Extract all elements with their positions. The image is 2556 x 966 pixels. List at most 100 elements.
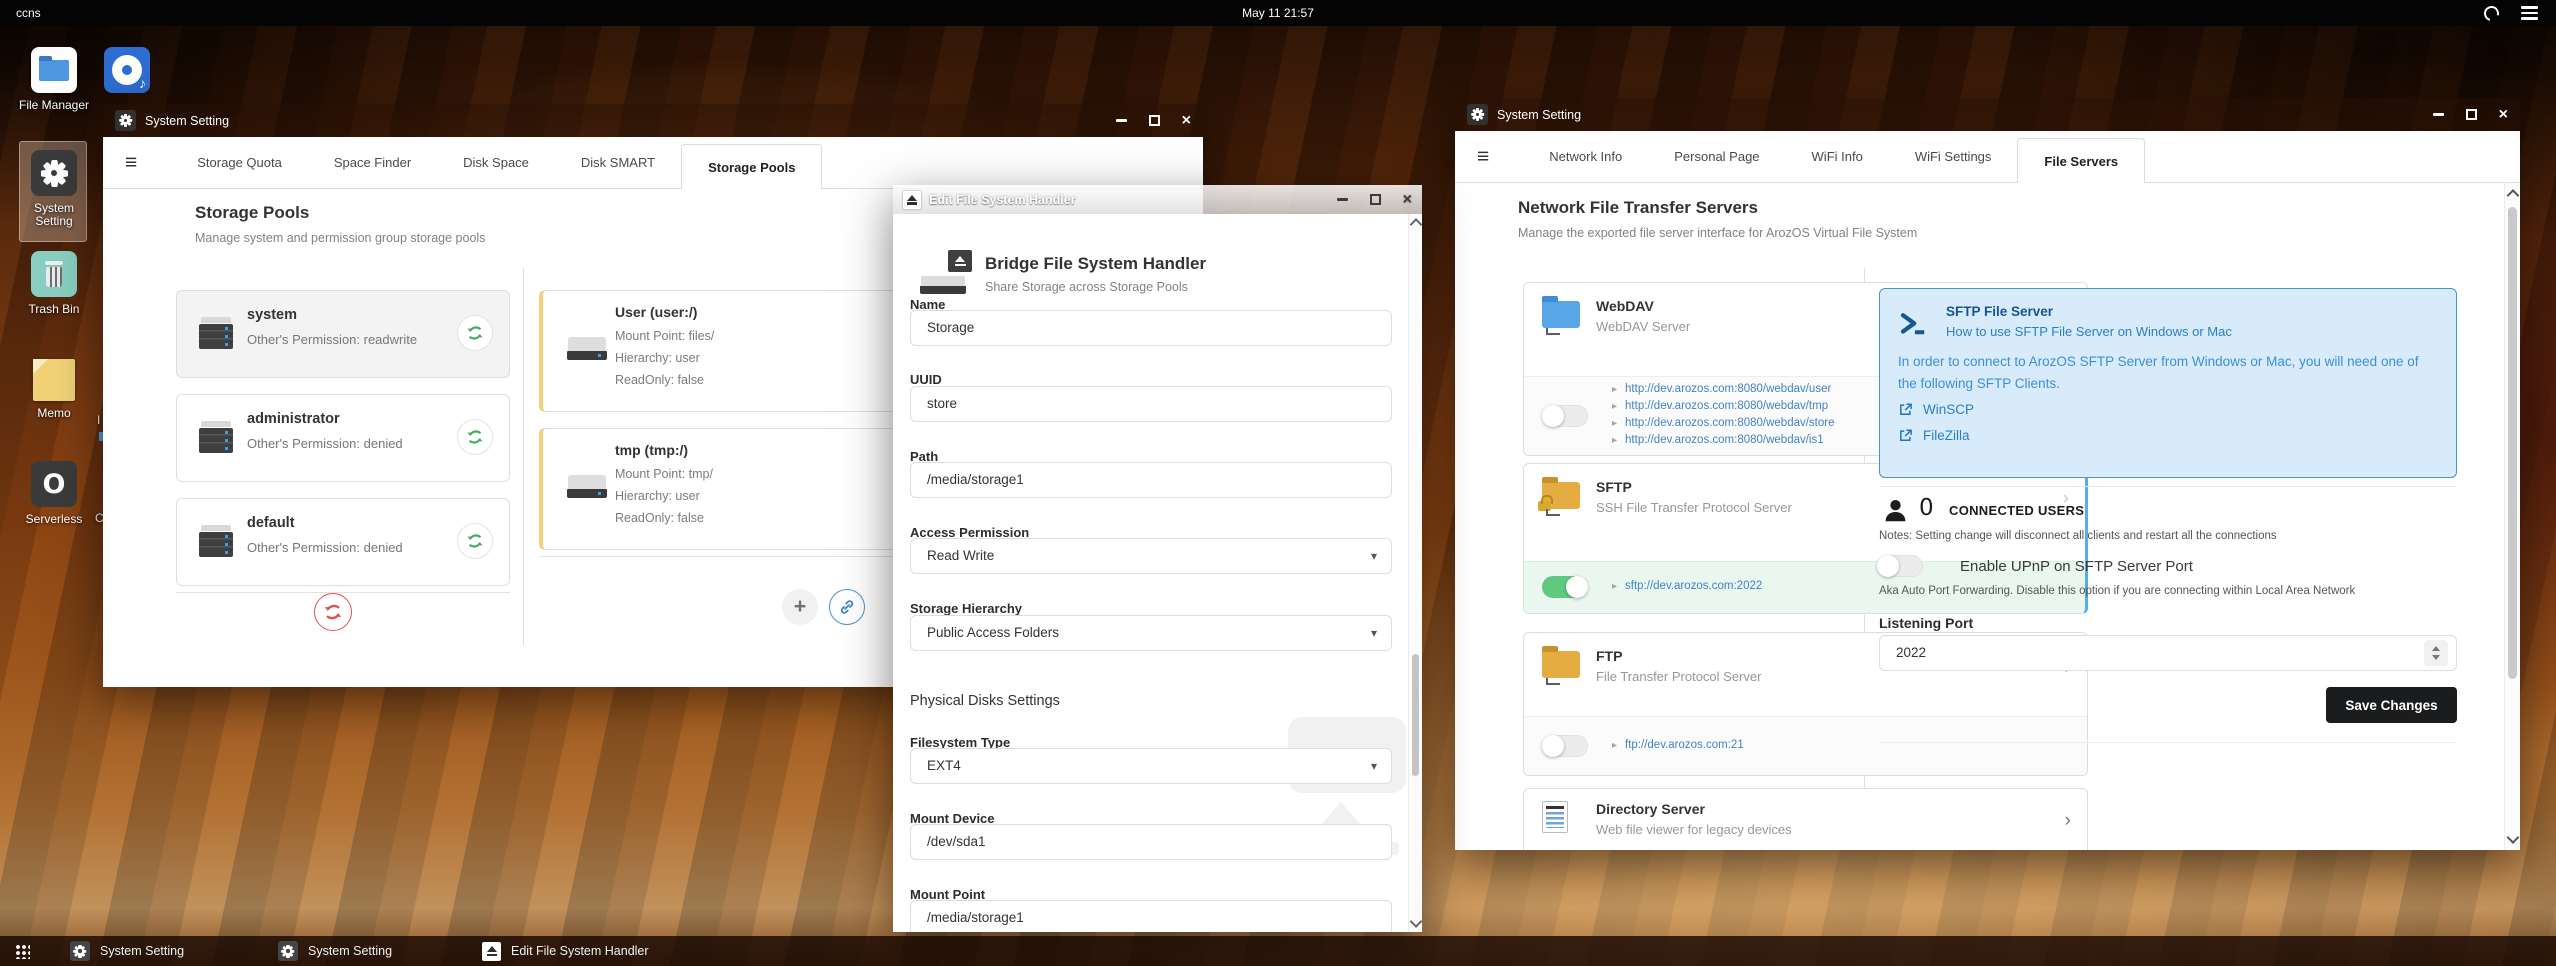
minimize-button[interactable] [1336, 198, 1348, 201]
mount-point-input[interactable]: /media/storage1 [910, 900, 1392, 932]
tab-storage-quota[interactable]: Storage Quota [171, 137, 308, 189]
taskbar-item-system-setting-1[interactable]: System Setting [70, 936, 184, 966]
window-titlebar[interactable]: System Setting × [103, 104, 1203, 137]
shortcut-system-setting[interactable]: System Setting [16, 150, 92, 228]
connected-users-note: Notes: Setting change will disconnect al… [1879, 530, 2277, 542]
minimize-button[interactable] [2432, 113, 2444, 116]
shortcut-trash-bin[interactable]: Trash Bin [16, 251, 92, 316]
page-title: Storage Pools [195, 203, 310, 222]
trash-icon [31, 251, 77, 297]
shortcut-serverless[interactable]: O Serverless [16, 461, 92, 526]
tab-bar: ≡ Network Info Personal Page WiFi Info W… [1455, 131, 2520, 183]
drive-icon [567, 475, 607, 499]
top-menu-bar: ccns May 11 21:57 [0, 0, 2556, 26]
ftp-link[interactable]: ▸ ftp://dev.arozos.com:21 [1612, 739, 1744, 751]
filezilla-link[interactable]: FileZilla [1898, 428, 1970, 443]
gear-icon [278, 941, 298, 961]
tab-network-info[interactable]: Network Info [1523, 131, 1648, 183]
webdav-link[interactable]: ▸ http://dev.arozos.com:8080/webdav/tmp [1612, 400, 1828, 412]
tab-wifi-info[interactable]: WiFi Info [1786, 131, 1889, 183]
scrollbar[interactable] [1408, 214, 1422, 932]
tab-wifi-settings[interactable]: WiFi Settings [1889, 131, 2018, 183]
minimize-button[interactable] [1115, 119, 1127, 122]
gear-icon [31, 150, 77, 196]
pool-card-system[interactable]: system Other's Permission: readwrite [176, 290, 510, 378]
number-stepper[interactable] [2424, 640, 2448, 666]
storage-hierarchy-select[interactable]: Public Access Folders ▾ [910, 615, 1392, 651]
server-card-directory[interactable]: Directory Server Web file viewer for leg… [1523, 788, 2088, 850]
page-subtitle: Manage the exported file server interfac… [1518, 226, 1918, 240]
upnp-toggle-off[interactable] [1877, 555, 1923, 577]
filesystem-type-select[interactable]: EXT4 ▾ [910, 748, 1392, 784]
tab-storage-pools[interactable]: Storage Pools [681, 144, 823, 189]
hamburger-menu-icon[interactable]: ≡ [125, 151, 137, 175]
sftp-toggle-on[interactable] [1542, 576, 1588, 598]
scrollbar[interactable] [2504, 183, 2520, 850]
webdav-toggle-off[interactable] [1542, 405, 1588, 427]
form-title: Bridge File System Handler [985, 254, 1207, 273]
storage-hierarchy-label: Storage Hierarchy [910, 601, 1022, 616]
scrollbar-thumb[interactable] [2508, 207, 2517, 679]
page-title: Network File Transfer Servers [1518, 198, 1759, 217]
link-handler-button[interactable] [829, 589, 865, 625]
close-button[interactable]: × [2499, 106, 2508, 123]
memo-note-icon [33, 359, 75, 401]
name-input[interactable]: Storage [910, 310, 1392, 346]
shortcut-music[interactable]: ♪ [89, 47, 165, 93]
tab-disk-smart[interactable]: Disk SMART [555, 137, 681, 189]
maximize-button[interactable] [1148, 115, 1160, 126]
listening-port-input[interactable]: 2022 [1879, 635, 2457, 671]
window-titlebar[interactable]: System Setting × [1455, 98, 2520, 131]
listening-port-label: Listening Port [1879, 615, 1974, 631]
tab-bar: ≡ Storage Quota Space Finder Disk Space … [103, 137, 1203, 189]
chevron-right-icon[interactable]: › [2065, 810, 2071, 832]
shortcut-file-manager[interactable]: File Manager [16, 47, 92, 112]
connected-users-label: CONNECTED USERS [1949, 503, 2085, 518]
winscp-link[interactable]: WinSCP [1898, 402, 1974, 417]
scrollbar-thumb[interactable] [1412, 654, 1419, 776]
scroll-up-icon[interactable] [1409, 218, 1422, 231]
sync-pool-button[interactable] [457, 523, 493, 559]
pool-card-administrator[interactable]: administrator Other's Permission: denied [176, 394, 510, 482]
refresh-pools-button[interactable] [314, 593, 352, 631]
access-permission-select[interactable]: Read Write ▾ [910, 538, 1392, 574]
ftp-toggle-off[interactable] [1542, 735, 1588, 757]
tab-personal-page[interactable]: Personal Page [1648, 131, 1785, 183]
close-button[interactable]: × [1403, 191, 1412, 208]
hamburger-menu-icon[interactable]: ≡ [1477, 145, 1489, 169]
chevron-down-icon: ▾ [1370, 549, 1377, 563]
webdav-link[interactable]: ▸ http://dev.arozos.com:8080/webdav/user [1612, 383, 1831, 395]
person-icon [1882, 497, 1909, 529]
physical-disks-section-label: Physical Disks Settings [910, 693, 1060, 709]
webdav-link[interactable]: ▸ http://dev.arozos.com:8080/webdav/store [1612, 417, 1835, 429]
path-input[interactable]: /media/storage1 [910, 462, 1392, 498]
tab-space-finder[interactable]: Space Finder [308, 137, 437, 189]
scroll-up-icon[interactable] [2506, 189, 2519, 202]
maximize-button[interactable] [2465, 109, 2477, 120]
window-titlebar[interactable]: Edit File System Handler × [893, 185, 1422, 214]
sftp-link[interactable]: ▸ sftp://dev.arozos.com:2022 [1612, 580, 1762, 592]
taskbar-item-edit-handler[interactable]: Edit File System Handler [482, 936, 649, 966]
pool-card-default[interactable]: default Other's Permission: denied [176, 498, 510, 586]
shortcut-memo[interactable]: Memo [16, 359, 92, 420]
clock-label: May 11 21:57 [1242, 6, 1314, 20]
save-changes-button[interactable]: Save Changes [2326, 687, 2457, 723]
app-launcher-icon[interactable] [15, 944, 30, 959]
page-subtitle: Manage system and permission group stora… [195, 231, 486, 245]
close-button[interactable]: × [1182, 112, 1191, 129]
uuid-input[interactable]: store [910, 386, 1392, 422]
chevron-down-icon: ▾ [1370, 759, 1377, 773]
taskbar-item-system-setting-2[interactable]: System Setting [278, 936, 392, 966]
tab-file-servers[interactable]: File Servers [2017, 138, 2146, 183]
taskbar: System Setting System Setting Edit File … [0, 936, 2556, 966]
webdav-link[interactable]: ▸ http://dev.arozos.com:8080/webdav/is1 [1612, 434, 1824, 446]
upnp-description: Aka Auto Port Forwarding. Disable this o… [1879, 585, 2356, 597]
sync-pool-button[interactable] [457, 315, 493, 351]
scroll-down-icon[interactable] [2506, 831, 2519, 844]
sync-pool-button[interactable] [457, 419, 493, 455]
scroll-down-icon[interactable] [1409, 915, 1422, 928]
mount-device-input[interactable]: /dev/sda1 [910, 824, 1392, 860]
tab-disk-space[interactable]: Disk Space [437, 137, 555, 189]
maximize-button[interactable] [1369, 194, 1381, 205]
add-handler-button[interactable]: + [782, 589, 818, 625]
